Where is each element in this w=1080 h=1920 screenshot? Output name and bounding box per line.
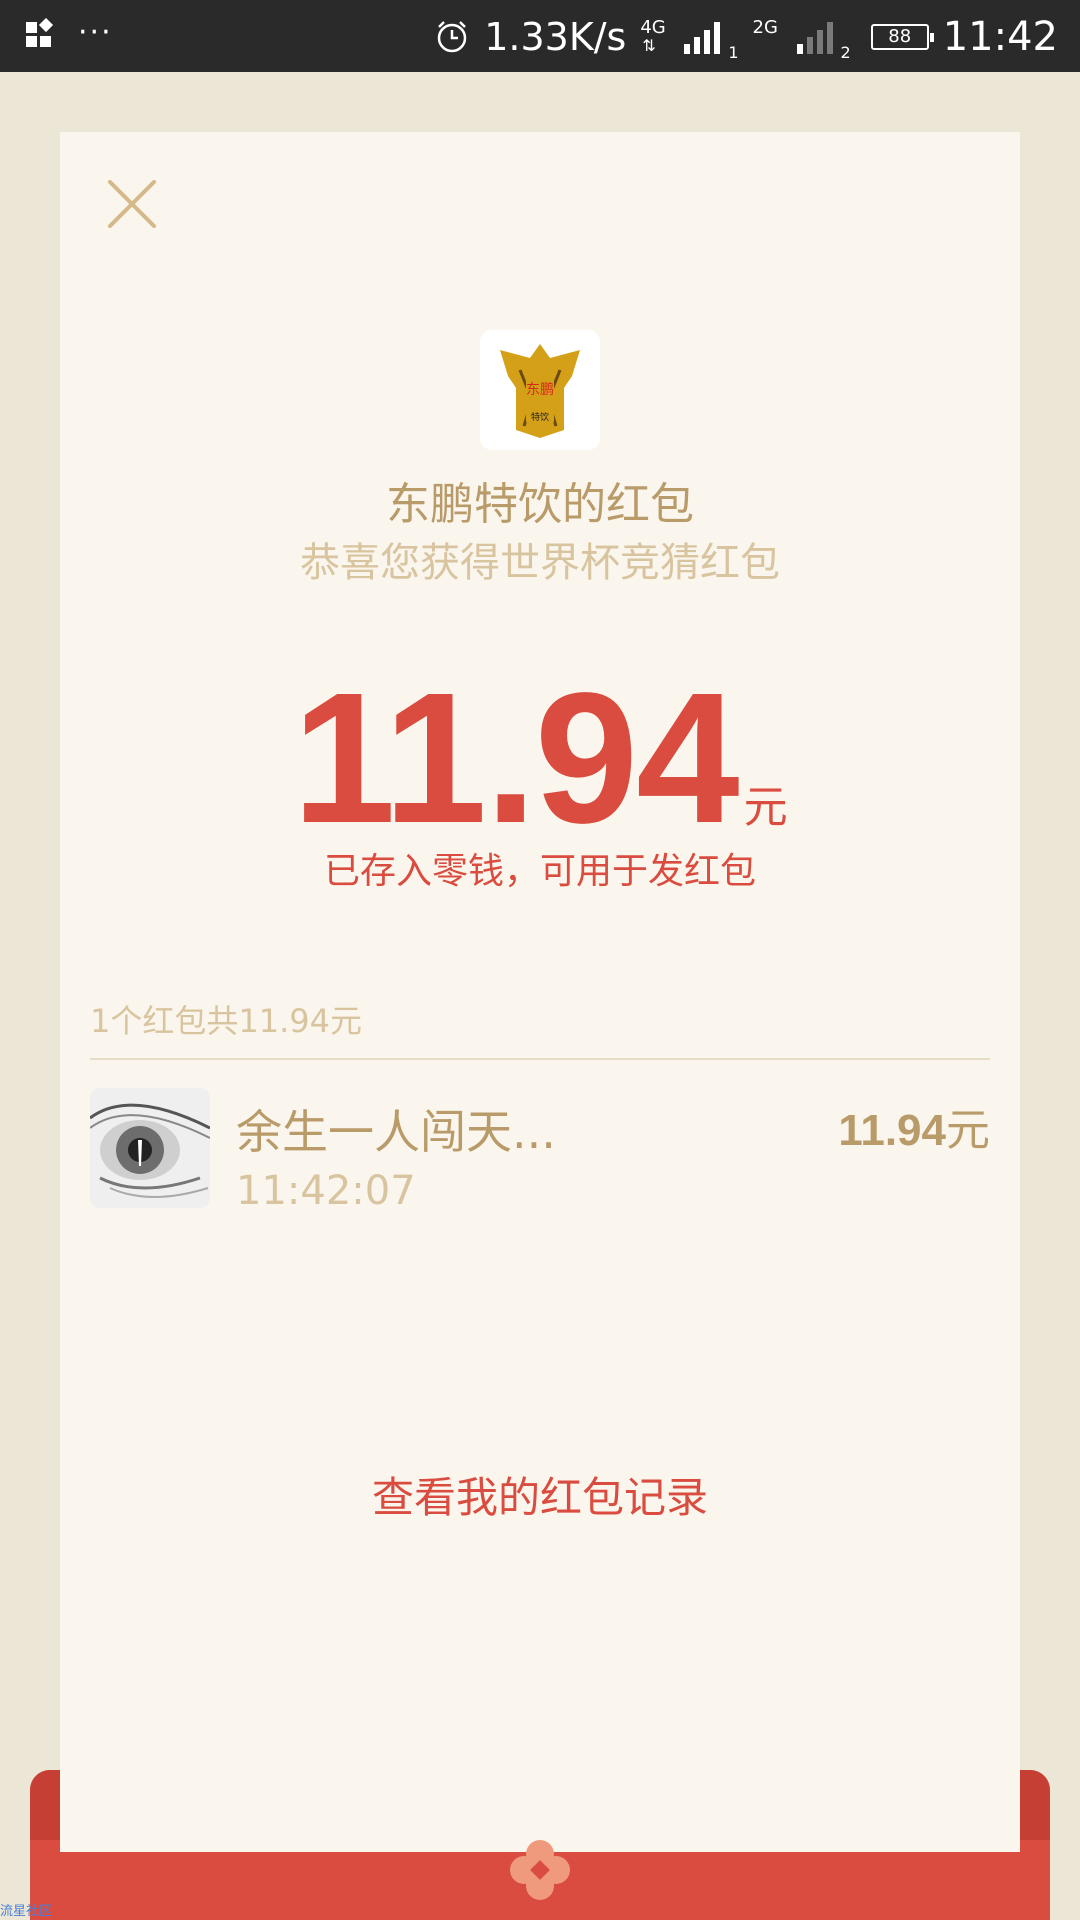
signal-icon bbox=[684, 20, 721, 54]
red-packet-detail-card: 东鹏 特饮 东鹏特饮的红包 恭喜您获得世界杯竞猜红包 11.94 元 已存入零钱，… bbox=[60, 132, 1020, 1852]
eye-sketch-avatar-icon bbox=[90, 1088, 210, 1208]
entry-amount: 11.94元 bbox=[838, 1094, 990, 1158]
wish-message: 恭喜您获得世界杯竞猜红包 bbox=[300, 540, 780, 586]
sender-title: 东鹏特饮的红包 bbox=[386, 479, 694, 530]
list-item[interactable]: 余生一人闯天... 11:42:07 11.94元 bbox=[90, 1088, 990, 1214]
packet-summary: 1个红包共11.94元 bbox=[90, 1002, 362, 1040]
avatar bbox=[90, 1088, 210, 1208]
envelope-fold-left bbox=[30, 1770, 60, 1840]
sender-logo: 东鹏 特饮 bbox=[480, 330, 600, 450]
sim2-type-label: 2G bbox=[752, 17, 778, 38]
watermark: 流星社区 bbox=[0, 1904, 53, 1919]
sim1-type-label: 4G bbox=[640, 17, 666, 38]
entry-amount-unit: 元 bbox=[946, 1105, 990, 1156]
battery-level: 88 bbox=[888, 26, 912, 47]
amount-unit: 元 bbox=[743, 782, 788, 833]
alarm-icon bbox=[437, 21, 467, 53]
sim2-index: 2 bbox=[840, 43, 851, 62]
close-icon[interactable] bbox=[102, 174, 162, 234]
entry-amount-value: 11.94 bbox=[838, 1106, 946, 1155]
amount-value: 11.94 bbox=[292, 655, 739, 862]
envelope-fold-right bbox=[1020, 1770, 1050, 1840]
entry-name: 余生一人闯天... bbox=[236, 1105, 556, 1159]
sim1-network-type: 4G ⇅ bbox=[640, 15, 670, 59]
more-dots-icon: ··· bbox=[78, 15, 113, 50]
app-switch-icon bbox=[26, 18, 54, 47]
received-amount: 11.94 元 bbox=[60, 652, 1020, 865]
divider bbox=[90, 1058, 990, 1060]
flower-ornament-icon bbox=[510, 1840, 570, 1900]
stored-note[interactable]: 已存入零钱，可用于发红包 bbox=[60, 842, 1020, 894]
data-arrows-icon: ⇅ bbox=[642, 36, 656, 55]
svg-text:特饮: 特饮 bbox=[531, 411, 549, 423]
clock: 11:42 bbox=[942, 14, 1058, 60]
signal-icon-sim2 bbox=[796, 20, 833, 54]
card-zigzag-edge bbox=[60, 1812, 1020, 1834]
status-bar: ··· 1.33K/s 4G ⇅ 1 2G 2 88 11:42 bbox=[0, 0, 1080, 72]
zigzag-path bbox=[60, 1812, 1020, 1834]
net-speed: 1.33K/s bbox=[484, 15, 627, 59]
view-records-link[interactable]: 查看我的红包记录 bbox=[60, 1464, 1020, 1525]
sim1-index: 1 bbox=[728, 43, 739, 62]
entry-time: 11:42:07 bbox=[236, 1168, 416, 1214]
battery-icon: 88 bbox=[870, 24, 934, 50]
svg-text:东鹏: 东鹏 bbox=[526, 382, 554, 398]
eagle-logo-icon: 东鹏 特饮 bbox=[500, 344, 580, 438]
sim2-network-type: 2G bbox=[753, 15, 783, 59]
